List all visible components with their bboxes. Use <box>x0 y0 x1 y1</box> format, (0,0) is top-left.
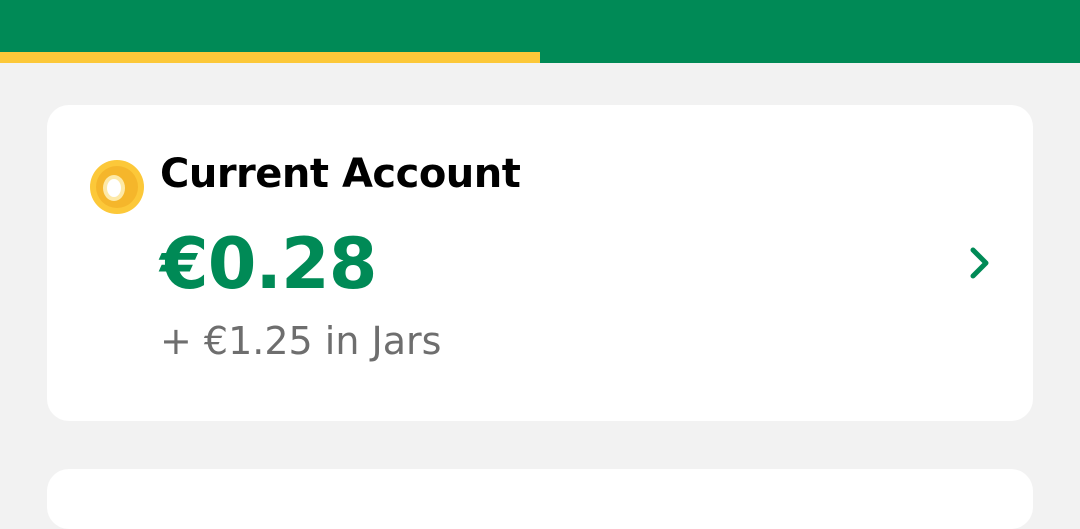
next-account-card[interactable] <box>47 469 1033 529</box>
current-account-card[interactable]: Current Account €0.28 + €1.25 in Jars <box>47 105 1033 421</box>
account-balance: €0.28 <box>160 223 377 305</box>
account-name: Current Account <box>160 151 521 197</box>
jars-balance: + €1.25 in Jars <box>160 319 442 363</box>
chevron-right-icon[interactable] <box>967 245 993 281</box>
progress-bar <box>0 52 1080 63</box>
coin-icon <box>90 160 144 214</box>
progress-fill <box>0 52 540 63</box>
